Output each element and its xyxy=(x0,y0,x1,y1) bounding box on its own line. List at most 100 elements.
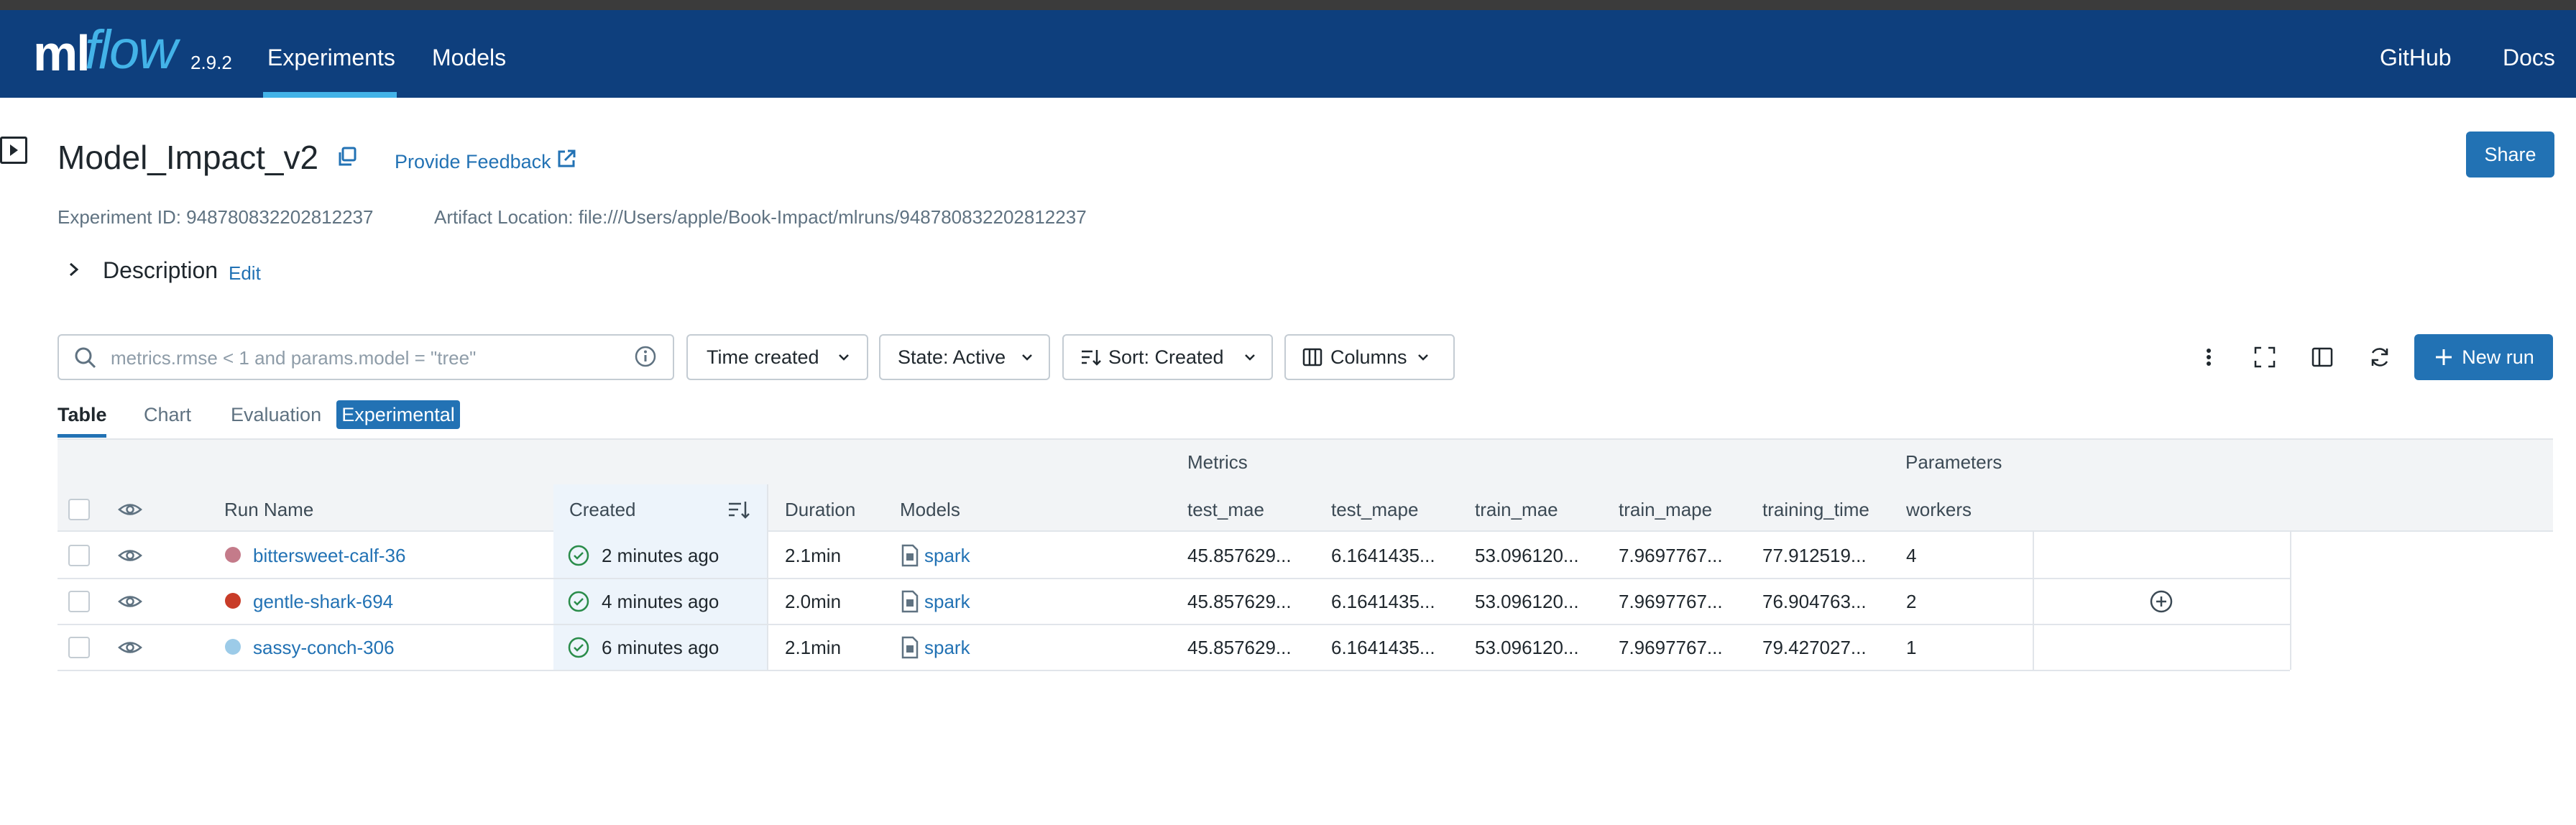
check-circle-icon xyxy=(568,591,589,612)
eye-icon[interactable] xyxy=(118,591,142,612)
share-button[interactable]: Share xyxy=(2466,132,2554,178)
run-name-link[interactable]: gentle-shark-694 xyxy=(253,591,393,613)
nav-experiments[interactable]: Experiments xyxy=(267,45,395,71)
header-test-mae[interactable]: test_mae xyxy=(1187,499,1264,521)
header-training-time[interactable]: training_time xyxy=(1762,499,1869,521)
model-file-icon xyxy=(901,590,919,613)
created-time: 6 minutes ago xyxy=(602,637,719,658)
row-checkbox[interactable] xyxy=(68,545,90,566)
run-color-dot xyxy=(225,639,241,655)
metric-test-mae: 45.857629... xyxy=(1187,591,1292,612)
version-label: 2.9.2 xyxy=(190,52,232,73)
new-run-button[interactable]: New run xyxy=(2414,334,2553,380)
sidebar-toggle-button[interactable] xyxy=(0,137,27,164)
metric-train-mae: 53.096120... xyxy=(1475,545,1579,566)
run-name-link[interactable]: sassy-conch-306 xyxy=(253,637,395,659)
header-train-mape[interactable]: train_mape xyxy=(1619,499,1712,521)
columns-icon xyxy=(1302,348,1322,367)
created-time: 4 minutes ago xyxy=(602,591,719,612)
time-created-dropdown[interactable]: Time created xyxy=(686,334,868,380)
description-edit-link[interactable]: Edit xyxy=(229,262,261,285)
eye-icon[interactable] xyxy=(118,499,142,520)
fullscreen-icon[interactable] xyxy=(2253,345,2277,369)
row-divider xyxy=(58,624,2290,625)
duration: 2.0min xyxy=(785,591,842,612)
tab-table[interactable]: Table xyxy=(58,404,107,426)
chevron-down-icon xyxy=(1417,354,1428,361)
description-label[interactable]: Description xyxy=(103,257,218,284)
model-file-icon xyxy=(901,544,919,567)
more-options-icon[interactable] xyxy=(2196,345,2221,369)
select-all-checkbox[interactable] xyxy=(68,499,90,520)
tab-chart[interactable]: Chart xyxy=(144,404,191,426)
group-metrics: Metrics xyxy=(1187,451,1248,473)
header-train-mae[interactable]: train_mae xyxy=(1475,499,1558,521)
metric-training-time: 77.912519... xyxy=(1762,545,1867,566)
eye-icon[interactable] xyxy=(118,637,142,658)
model-link[interactable]: spark xyxy=(924,545,970,567)
chevron-right-icon[interactable] xyxy=(63,259,85,280)
experiment-id: Experiment ID: 948780832202812237 xyxy=(58,206,374,228)
eye-icon[interactable] xyxy=(118,545,142,566)
metric-train-mape: 7.9697767... xyxy=(1619,637,1723,658)
header-models[interactable]: Models xyxy=(900,499,960,521)
logo-flow[interactable]: flow xyxy=(85,19,178,81)
columns-dropdown[interactable]: Columns xyxy=(1284,334,1455,380)
state-label: State: Active xyxy=(898,346,1006,368)
plus-icon xyxy=(2436,349,2452,365)
nav-docs[interactable]: Docs xyxy=(2503,45,2555,71)
metric-test-mape: 6.1641435... xyxy=(1331,591,1435,612)
side-panel-icon[interactable] xyxy=(2310,345,2334,369)
model-link[interactable]: spark xyxy=(924,637,970,659)
metric-train-mae: 53.096120... xyxy=(1475,637,1579,658)
sort-dropdown[interactable]: Sort: Created xyxy=(1062,334,1273,380)
search-placeholder: metrics.rmse < 1 and params.model = "tre… xyxy=(111,347,477,369)
provide-feedback-link[interactable]: Provide Feedback xyxy=(395,151,551,173)
logo-ml[interactable]: ml xyxy=(33,24,91,82)
row-checkbox[interactable] xyxy=(68,591,90,612)
model-link[interactable]: spark xyxy=(924,591,970,613)
state-dropdown[interactable]: State: Active xyxy=(879,334,1050,380)
info-icon[interactable] xyxy=(634,345,657,368)
header-duration[interactable]: Duration xyxy=(785,499,855,521)
header-test-mape[interactable]: test_mape xyxy=(1331,499,1418,521)
search-icon xyxy=(75,347,96,369)
duration: 2.1min xyxy=(785,545,842,566)
external-link-icon[interactable] xyxy=(556,148,577,170)
tab-evaluation[interactable]: Evaluation xyxy=(231,404,321,426)
header-created[interactable]: Created xyxy=(569,499,636,521)
column-divider xyxy=(2290,532,2291,670)
columns-label: Columns xyxy=(1330,346,1407,368)
metric-test-mae: 45.857629... xyxy=(1187,637,1292,658)
metric-train-mape: 7.9697767... xyxy=(1619,545,1723,566)
param-workers: 4 xyxy=(1906,545,1917,566)
row-divider xyxy=(58,578,2290,579)
run-color-dot xyxy=(225,547,241,563)
row-checkbox[interactable] xyxy=(68,637,90,658)
time-created-label: Time created xyxy=(707,346,819,368)
copy-icon[interactable] xyxy=(336,146,358,167)
duration: 2.1min xyxy=(785,637,842,658)
run-name-link[interactable]: bittersweet-calf-36 xyxy=(253,545,405,567)
sort-descending-icon[interactable] xyxy=(727,497,751,522)
play-icon xyxy=(10,144,18,156)
experiment-title: Model_Impact_v2 xyxy=(58,139,319,176)
nav-models[interactable]: Models xyxy=(432,45,506,71)
refresh-icon[interactable] xyxy=(2368,345,2392,369)
group-parameters: Parameters xyxy=(1905,451,2002,473)
metric-train-mape: 7.9697767... xyxy=(1619,591,1723,612)
chevron-down-icon xyxy=(1022,354,1032,361)
param-workers: 1 xyxy=(1906,637,1917,658)
experimental-badge: Experimental xyxy=(336,400,460,429)
model-file-icon xyxy=(901,636,919,659)
add-column-icon[interactable] xyxy=(2149,589,2174,614)
column-divider xyxy=(767,484,768,670)
header-workers[interactable]: workers xyxy=(1906,499,1972,521)
header-run-name[interactable]: Run Name xyxy=(224,499,313,521)
nav-active-indicator xyxy=(263,92,397,98)
nav-github[interactable]: GitHub xyxy=(2380,45,2452,71)
metric-test-mae: 45.857629... xyxy=(1187,545,1292,566)
tab-active-indicator xyxy=(58,434,106,438)
metric-train-mae: 53.096120... xyxy=(1475,591,1579,612)
new-run-label: New run xyxy=(2462,346,2534,368)
